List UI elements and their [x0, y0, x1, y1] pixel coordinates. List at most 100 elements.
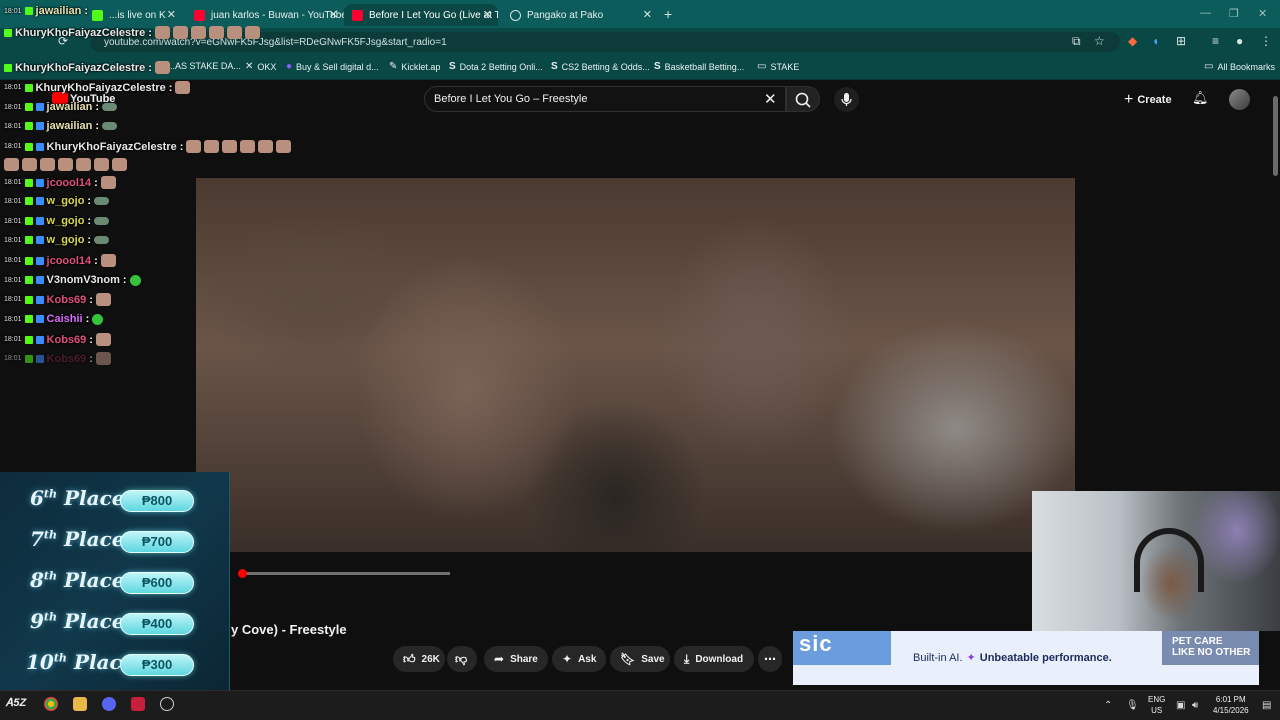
chat-message: 18:01 Kobs69:	[4, 293, 111, 306]
scrollbar-thumb[interactable]	[1273, 96, 1278, 176]
discord-icon[interactable]	[102, 697, 116, 711]
chat-username[interactable]: Caishii	[47, 313, 83, 325]
window-close-icon[interactable]: ✕	[1258, 7, 1267, 20]
chat-badge-icon	[24, 7, 33, 15]
chat-message: 18:01 w_gojo:	[4, 234, 110, 246]
close-tab-icon[interactable]: ✕	[329, 8, 338, 21]
chat-emote-icon	[94, 236, 110, 244]
bookmark-stake[interactable]: S CS2 Betting & Odds...	[551, 61, 650, 72]
tray-chevron-icon[interactable]: ⌃	[1104, 700, 1112, 711]
maximize-icon[interactable]: ❐	[1229, 7, 1239, 20]
bookmark-stake[interactable]: S Dota 2 Betting Onli...	[449, 61, 543, 72]
subscriber-badge-icon	[35, 315, 44, 323]
bookmark-stake[interactable]: S Basketball Betting...	[654, 61, 744, 72]
ad-logo-text: sic	[799, 631, 833, 656]
volume-icon[interactable]: 🔊︎	[1192, 700, 1198, 711]
install-app-icon[interactable]: ⧉	[1072, 34, 1081, 49]
chat-timestamp: 18:01	[4, 179, 22, 186]
chat-username[interactable]: jawailian	[47, 101, 93, 113]
chat-username[interactable]: KhuryKhoFaiyazCelestre	[15, 62, 145, 74]
chat-emote-icon	[112, 158, 127, 171]
chat-emote-icon	[58, 158, 73, 171]
video-player[interactable]	[196, 178, 1075, 552]
chat-username[interactable]: w_gojo	[47, 234, 85, 246]
bookmark-folder[interactable]: ▭ STAKE	[757, 61, 799, 72]
close-tab-icon[interactable]: ✕	[643, 8, 652, 21]
dislike-button[interactable]: 👎︎	[447, 646, 477, 672]
chat-username[interactable]: jawailian	[47, 120, 93, 132]
chat-username[interactable]: KhuryKhoFaiyazCelestre	[36, 82, 166, 94]
create-button[interactable]: + Create	[1124, 91, 1172, 109]
chat-emote-icon	[95, 293, 111, 306]
chat-username[interactable]: jcoool14	[47, 255, 92, 267]
chat-emote-icon	[129, 274, 141, 286]
profile-icon[interactable]: ●	[1236, 34, 1243, 48]
download-button[interactable]: ⤓ Download	[674, 646, 754, 672]
extensions-puzzle-icon[interactable]: ⊞	[1176, 34, 1186, 48]
account-avatar[interactable]	[1229, 89, 1250, 110]
new-tab-icon[interactable]: +	[664, 6, 672, 22]
stake-icon: S	[449, 61, 456, 72]
tray-mic-icon[interactable]: 🎙︎	[1126, 700, 1139, 711]
network-icon[interactable]: ▣	[1176, 700, 1185, 711]
chrome-menu-icon[interactable]: ⋮	[1260, 34, 1272, 48]
extension-icon[interactable]: ◆	[1128, 34, 1137, 48]
ask-button[interactable]: ✦ Ask	[552, 646, 606, 672]
video-progress-bar[interactable]	[238, 572, 450, 575]
chat-username[interactable]: jawailian	[36, 5, 82, 17]
notification-icon[interactable]: ▤	[1262, 700, 1271, 711]
chat-message: 18:01 Kobs69:	[4, 333, 111, 346]
chat-badge-icon	[24, 83, 33, 92]
chat-separator: :	[148, 26, 152, 39]
file-explorer-icon[interactable]	[73, 697, 87, 711]
more-actions-button[interactable]: ⋯	[758, 646, 782, 672]
chat-username[interactable]: V3nomV3nom	[47, 274, 120, 286]
video-scrubber-handle[interactable]	[238, 569, 248, 578]
minimize-icon[interactable]: —	[1200, 7, 1211, 19]
chat-message: 18:01 jcoool14:	[4, 254, 116, 267]
chat-separator: :	[95, 120, 100, 132]
chat-username[interactable]: Kobs69	[47, 334, 87, 346]
app-icon[interactable]	[131, 697, 145, 711]
chat-message: KhuryKhoFaiyazCelestre:	[4, 61, 170, 74]
more-horizontal-icon: ⋯	[764, 652, 776, 666]
browser-tab-4[interactable]: Pangako at Pako ✕	[502, 4, 658, 26]
save-button[interactable]: 🔖︎ Save	[610, 646, 670, 672]
youtube-favicon-icon	[352, 9, 363, 21]
chat-username[interactable]: KhuryKhoFaiyazCelestre	[47, 141, 177, 153]
chat-username[interactable]: Kobs69	[47, 294, 87, 306]
close-tab-icon[interactable]: ✕	[483, 8, 492, 21]
chat-message: 18:01 jawailian:	[4, 120, 118, 132]
chat-timestamp: 18:01	[4, 84, 22, 91]
chat-username[interactable]: jcoool14	[47, 177, 92, 189]
thumbs-down-icon: 👎︎	[455, 651, 468, 666]
chat-username[interactable]: KhuryKhoFaiyazCelestre	[15, 27, 145, 39]
chat-username[interactable]: Kobs69	[47, 353, 87, 365]
input-language[interactable]: ENG US	[1148, 694, 1165, 716]
system-clock[interactable]: 6:01 PM 4/15/2026	[1213, 694, 1249, 716]
notifications-bell-icon[interactable]: 🔔︎	[1192, 90, 1209, 106]
voice-search-button[interactable]	[834, 87, 859, 112]
chat-username[interactable]: w_gojo	[47, 195, 85, 207]
extension-icon[interactable]: ◖	[1152, 34, 1159, 48]
stream-logo-icon: Ꭺ5Z	[6, 697, 27, 709]
share-button[interactable]: ➦ Share	[484, 646, 548, 672]
chat-emote-icon	[95, 352, 111, 365]
chat-badge-icon	[24, 276, 33, 284]
reading-list-icon[interactable]: ≡	[1212, 34, 1219, 48]
chrome-app-icon[interactable]	[44, 697, 58, 711]
chat-badge-icon	[24, 197, 33, 205]
browser-tab-3-active[interactable]: Before I Let You Go (Live at The ✕	[344, 4, 498, 26]
search-input[interactable]: Before I Let You Go – Freestyle	[434, 93, 587, 105]
bookmark-star-icon[interactable]: ☆	[1094, 34, 1105, 48]
bookmark-item[interactable]: ✎ Kicklet.ap	[389, 61, 440, 72]
chat-username[interactable]: w_gojo	[47, 215, 85, 227]
app-icon[interactable]	[160, 697, 174, 711]
all-bookmarks[interactable]: ▭ All Bookmarks	[1204, 61, 1275, 72]
subscriber-badge-icon	[35, 217, 44, 225]
prize-place-label: 10th Place	[26, 650, 134, 674]
clear-search-icon[interactable]: ✕	[764, 90, 777, 108]
search-button[interactable]	[786, 86, 820, 112]
like-button[interactable]: 👍︎ 26K	[393, 646, 445, 672]
prize-amount-badge: ₱700	[120, 531, 194, 553]
